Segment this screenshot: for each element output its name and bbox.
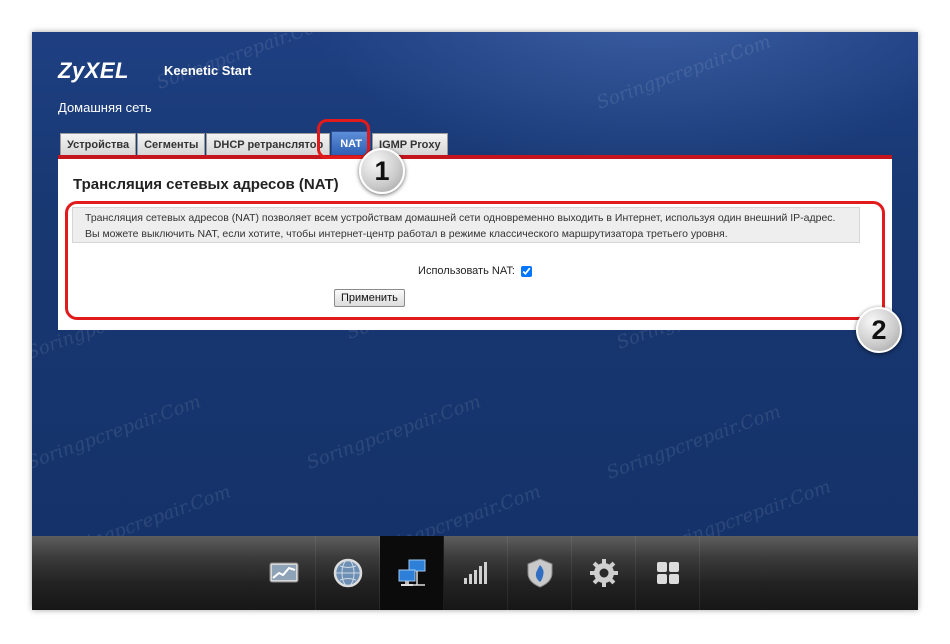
watermark: Soringpcrepair.Com [32,391,204,474]
globe-icon [333,558,362,588]
tab-devices[interactable]: Устройства [60,133,137,155]
callout-highlight-nat-tab [317,119,370,159]
gear-icon [589,559,618,587]
brand-logo: ZyXEL [58,58,129,83]
watermark: Soringpcrepair.Com [303,391,484,474]
taskbar-item-apps[interactable] [636,536,700,610]
tab-dhcp-relay[interactable]: DHCP ретранслятор [206,133,331,155]
taskbar [32,536,918,610]
main-area: Soringpcrepair.Com Soringpcrepair.Com So… [32,32,918,564]
router-web-ui: Soringpcrepair.Com Soringpcrepair.Com So… [32,32,918,610]
brand-model: Keenetic Start [164,63,252,78]
section-title: Домашняя сеть [58,100,152,115]
taskbar-item-internet[interactable] [316,536,380,610]
taskbar-item-system[interactable] [572,536,636,610]
shield-icon [527,558,552,588]
callout-badge-2: 2 [856,307,902,353]
signal-bars-icon [463,562,487,584]
callout-highlight-settings [65,201,885,320]
apps-grid-icon [656,562,679,584]
monitor-chart-icon [269,562,298,583]
watermark: Soringpcrepair.Com [603,401,784,484]
tab-segments[interactable]: Сегменты [137,133,206,155]
taskbar-item-monitor[interactable] [252,536,316,610]
taskbar-item-wifi[interactable] [444,536,508,610]
panel-title: Трансляция сетевых адресов (NAT) [73,176,339,193]
network-computers-icon [398,559,425,586]
watermark: Soringpcrepair.Com [593,32,774,114]
taskbar-item-home-network[interactable] [380,536,444,610]
taskbar-item-security[interactable] [508,536,572,610]
callout-badge-1: 1 [359,148,405,194]
